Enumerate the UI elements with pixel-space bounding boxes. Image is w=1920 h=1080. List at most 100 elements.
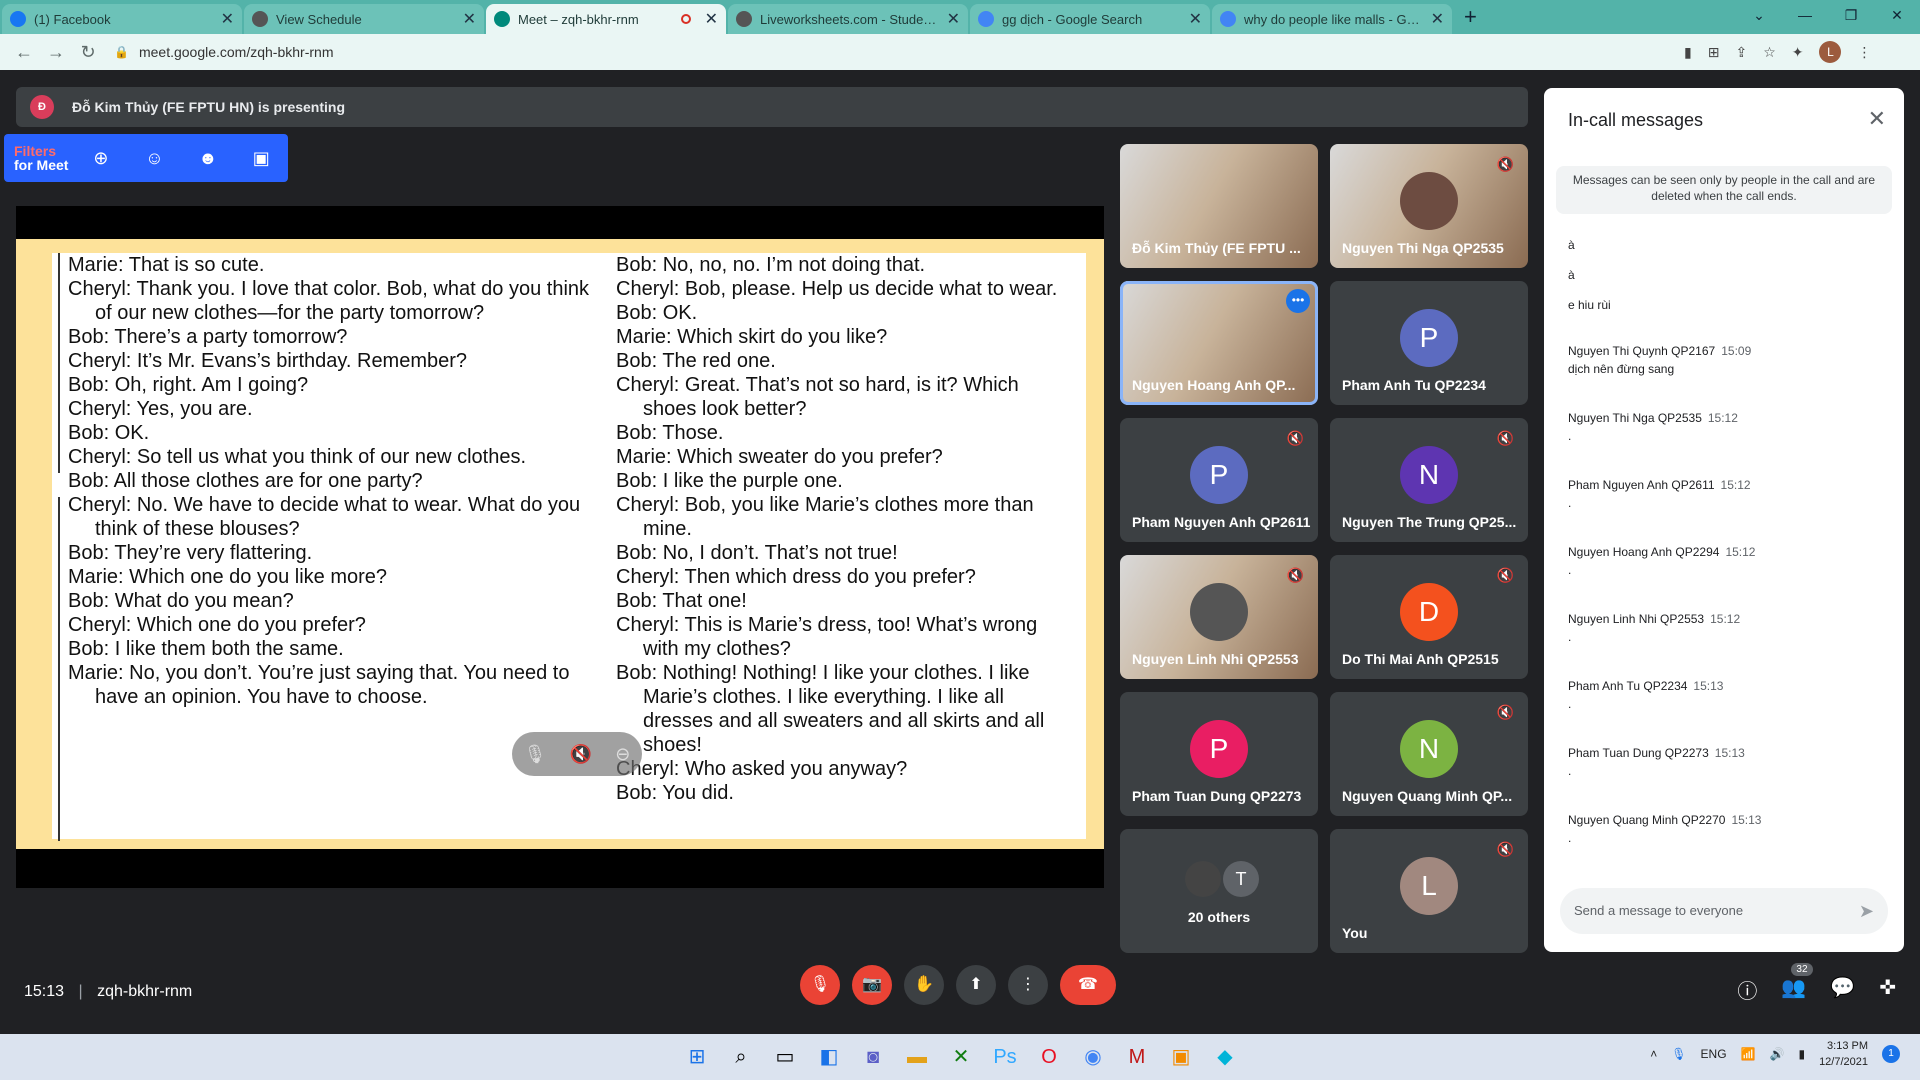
face-icon[interactable]: ☻ [181, 148, 234, 169]
send-icon[interactable]: ➤ [1859, 888, 1874, 934]
chat-time: 15:12 [1707, 411, 1738, 425]
search-icon[interactable]: ⌕ [724, 1040, 758, 1074]
close-tab-icon[interactable]: ✕ [947, 9, 960, 29]
browser-tab[interactable]: gg dịch - Google Search ✕ [970, 4, 1210, 34]
camera-icon[interactable]: ▮ [1684, 44, 1692, 61]
browser-tab[interactable]: Meet – zqh-bkhr-rnm ✕ [486, 4, 726, 34]
participant-tile[interactable]: D Do Thi Mai Anh QP2515 🔇 [1330, 555, 1528, 679]
url-field[interactable]: 🔒 meet.google.com/zqh-bkhr-rnm [114, 38, 1654, 66]
file-explorer-icon[interactable]: ▬ [900, 1040, 934, 1074]
participant-photo [1400, 172, 1458, 230]
close-icon[interactable]: ✕ [1868, 106, 1886, 132]
app-icon[interactable]: ▣ [1164, 1040, 1198, 1074]
more-options-icon[interactable]: ••• [1286, 289, 1310, 313]
close-tab-icon[interactable]: ✕ [1189, 9, 1202, 29]
lang-indicator[interactable]: ENG [1701, 1047, 1727, 1061]
chat-message: Nguyen Thi Quynh QP2167 15:09 dịch nên đừn… [1568, 344, 1751, 376]
browser-tab[interactable]: (1) Facebook ✕ [2, 4, 242, 34]
chat-body: . [1568, 764, 1572, 778]
battery-icon[interactable]: ▮ [1798, 1047, 1805, 1061]
start-icon[interactable]: ⊞ [680, 1040, 714, 1074]
participant-name: Đỗ Kim Thủy (FE FPTU ... [1132, 240, 1301, 256]
task-view-icon[interactable]: ▭ [768, 1040, 802, 1074]
share-icon[interactable]: ⇪ [1735, 44, 1747, 61]
app2-icon[interactable]: ◆ [1208, 1040, 1242, 1074]
chat-icon[interactable]: 💬 [1830, 975, 1855, 1004]
volume-icon[interactable]: 🔊 [1770, 1047, 1785, 1061]
close-tab-icon[interactable]: ✕ [221, 9, 234, 29]
leave-call-button[interactable]: ☎ [1060, 965, 1116, 1005]
participant-tile[interactable]: P Pham Tuan Dung QP2273 [1120, 692, 1318, 816]
present-button[interactable]: ⬆ [956, 965, 996, 1005]
mcafee-icon[interactable]: M [1120, 1040, 1154, 1074]
mic-toggle-button[interactable]: 🎙 [800, 965, 840, 1005]
participant-tile[interactable]: P Pham Nguyen Anh QP2611 🔇 [1120, 418, 1318, 542]
wifi-icon[interactable]: 📶 [1741, 1047, 1756, 1061]
camera-toggle-button[interactable]: 📷 [852, 965, 892, 1005]
clock[interactable]: 3:13 PM 12/7/2021 [1819, 1038, 1868, 1070]
close-tab-icon[interactable]: ✕ [463, 9, 476, 29]
chat-time: 15:13 [1731, 813, 1762, 827]
participant-tile[interactable]: Nguyen Thi Nga QP2535 🔇 [1330, 144, 1528, 268]
close-window-button[interactable]: ✕ [1874, 0, 1920, 30]
profile-avatar[interactable]: L [1819, 41, 1842, 63]
widgets-icon[interactable]: ◧ [812, 1040, 846, 1074]
photoshop-icon[interactable]: Ps [988, 1040, 1022, 1074]
participant-name: Nguyen Quang Minh QP... [1342, 788, 1513, 804]
browser-tab[interactable]: View Schedule ✕ [244, 4, 484, 34]
participant-tile[interactable]: Nguyen Linh Nhi QP2553 🔇 [1120, 555, 1318, 679]
bookmark-star-icon[interactable]: ☆ [1763, 44, 1776, 61]
participant-tile[interactable]: N Nguyen Quang Minh QP... 🔇 [1330, 692, 1528, 816]
participant-name: Nguyen Hoang Anh QP... [1132, 377, 1296, 393]
mic-muted-icon: 🔇 [1496, 156, 1514, 172]
forward-icon[interactable]: → [40, 42, 72, 63]
participant-name: You [1342, 925, 1368, 941]
browser-tab[interactable]: Liveworksheets.com - Student w... ✕ [728, 4, 968, 34]
tab-search-icon[interactable]: ⌄ [1736, 0, 1782, 30]
browser-menu-icon[interactable]: ⋮ [1857, 44, 1871, 61]
mic-muted-icon: 🔇 [1496, 567, 1514, 583]
xbox-icon[interactable]: ✕ [944, 1040, 978, 1074]
back-icon[interactable]: ← [8, 42, 40, 63]
meet-icon [494, 11, 510, 27]
translate-icon[interactable]: ⊞ [1708, 44, 1720, 61]
chat-message: Nguyen Quang Minh QP2270 15:13. [1568, 813, 1761, 845]
participant-tile[interactable]: T 20 others [1120, 829, 1318, 953]
participant-tile[interactable]: P Pham Anh Tu QP2234 [1330, 281, 1528, 405]
speaker-off-icon[interactable]: 🔇 [570, 744, 592, 765]
people-icon[interactable]: 👥 32 [1781, 963, 1813, 1004]
mic-off-icon[interactable]: 🎙 [524, 744, 547, 765]
participant-tile[interactable]: N Nguyen The Trung QP25... 🔇 [1330, 418, 1528, 542]
participant-tile[interactable]: L You 🔇 [1330, 829, 1528, 953]
new-tab-button[interactable]: + [1464, 4, 1477, 30]
participant-tile[interactable]: Đỗ Kim Thủy (FE FPTU ... [1120, 144, 1318, 268]
participant-avatar: T [1223, 861, 1259, 897]
chat-message: Nguyen Hoang Anh QP2294 15:12. [1568, 545, 1755, 577]
reload-icon[interactable]: ↻ [72, 42, 104, 63]
maximize-button[interactable]: ❐ [1828, 0, 1874, 30]
chat-line: à [1568, 238, 1575, 252]
chrome-icon[interactable]: ◉ [1076, 1040, 1110, 1074]
more-options-button[interactable]: ⋮ [1008, 965, 1048, 1005]
browser-tab[interactable]: why do people like malls - Googl... ✕ [1212, 4, 1452, 34]
notification-badge[interactable]: 1 [1882, 1045, 1900, 1063]
minimize-button[interactable]: — [1782, 0, 1828, 30]
opera-icon[interactable]: O [1032, 1040, 1066, 1074]
mic-icon[interactable]: 🎙 [1671, 1047, 1686, 1061]
activities-icon[interactable]: ✜ [1879, 975, 1896, 1004]
raise-hand-button[interactable]: ✋ [904, 965, 944, 1005]
mask-icon[interactable]: ☺ [128, 148, 181, 169]
tab-title: Liveworksheets.com - Student w... [760, 11, 941, 27]
teams-icon[interactable]: ◙ [856, 1040, 890, 1074]
slide-line: Cheryl: Then which dress do you prefer? [616, 566, 976, 588]
meeting-details-icon[interactable]: ⓘ [1737, 975, 1757, 1004]
chat-input[interactable]: Send a message to everyone ➤ [1560, 888, 1888, 934]
remove-icon[interactable]: ⊖ [615, 744, 630, 765]
chevron-up-icon[interactable]: ˄ [1650, 1047, 1657, 1061]
participant-tile[interactable]: Nguyen Hoang Anh QP... ••• [1120, 281, 1318, 405]
add-filter-icon[interactable]: ⊕ [74, 148, 127, 169]
close-tab-icon[interactable]: ✕ [1431, 9, 1444, 29]
extensions-icon[interactable]: ✦ [1792, 44, 1804, 61]
close-tab-icon[interactable]: ✕ [705, 9, 718, 29]
chat-bubble-icon[interactable]: ▣ [235, 148, 288, 169]
